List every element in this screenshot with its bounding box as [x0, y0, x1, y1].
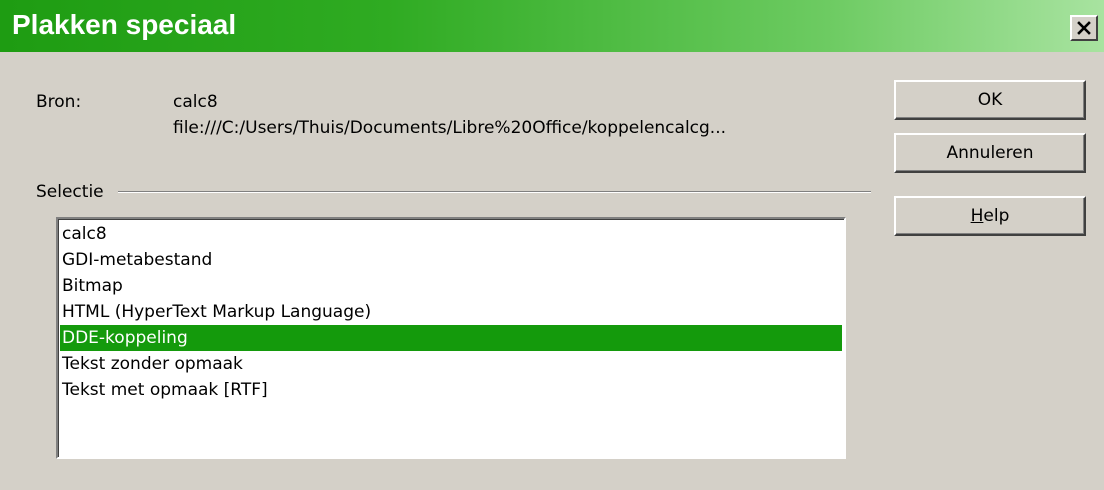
selection-group-label: Selectie: [36, 182, 104, 202]
list-item[interactable]: calc8: [60, 221, 842, 247]
close-button[interactable]: [1070, 15, 1098, 41]
source-path: file:///C:/Users/Thuis/Documents/Libre%2…: [173, 118, 727, 138]
help-label-rest: elp: [983, 206, 1010, 226]
ok-button[interactable]: OK: [894, 80, 1086, 120]
dialog-title: Plakken speciaal: [12, 9, 237, 40]
format-listbox[interactable]: calc8 GDI-metabestand Bitmap HTML (Hyper…: [56, 217, 846, 459]
paste-special-dialog: Plakken speciaal Bron: calc8 file:///C:/…: [0, 0, 1104, 490]
source-label: Bron:: [36, 92, 82, 112]
title-bar[interactable]: Plakken speciaal: [0, 0, 1104, 52]
list-item[interactable]: Tekst zonder opmaak: [60, 351, 842, 377]
close-icon: [1072, 17, 1096, 39]
selection-group-divider: [118, 191, 871, 193]
list-item[interactable]: HTML (HyperText Markup Language): [60, 299, 842, 325]
list-item-selected[interactable]: DDE-koppeling: [60, 325, 842, 351]
list-item[interactable]: Tekst met opmaak [RTF]: [60, 377, 842, 403]
help-mnemonic: H: [970, 206, 984, 226]
list-item[interactable]: GDI-metabestand: [60, 247, 842, 273]
list-item[interactable]: Bitmap: [60, 273, 842, 299]
cancel-button[interactable]: Annuleren: [894, 133, 1086, 173]
source-name: calc8: [173, 92, 218, 112]
help-button[interactable]: Help: [894, 196, 1086, 236]
